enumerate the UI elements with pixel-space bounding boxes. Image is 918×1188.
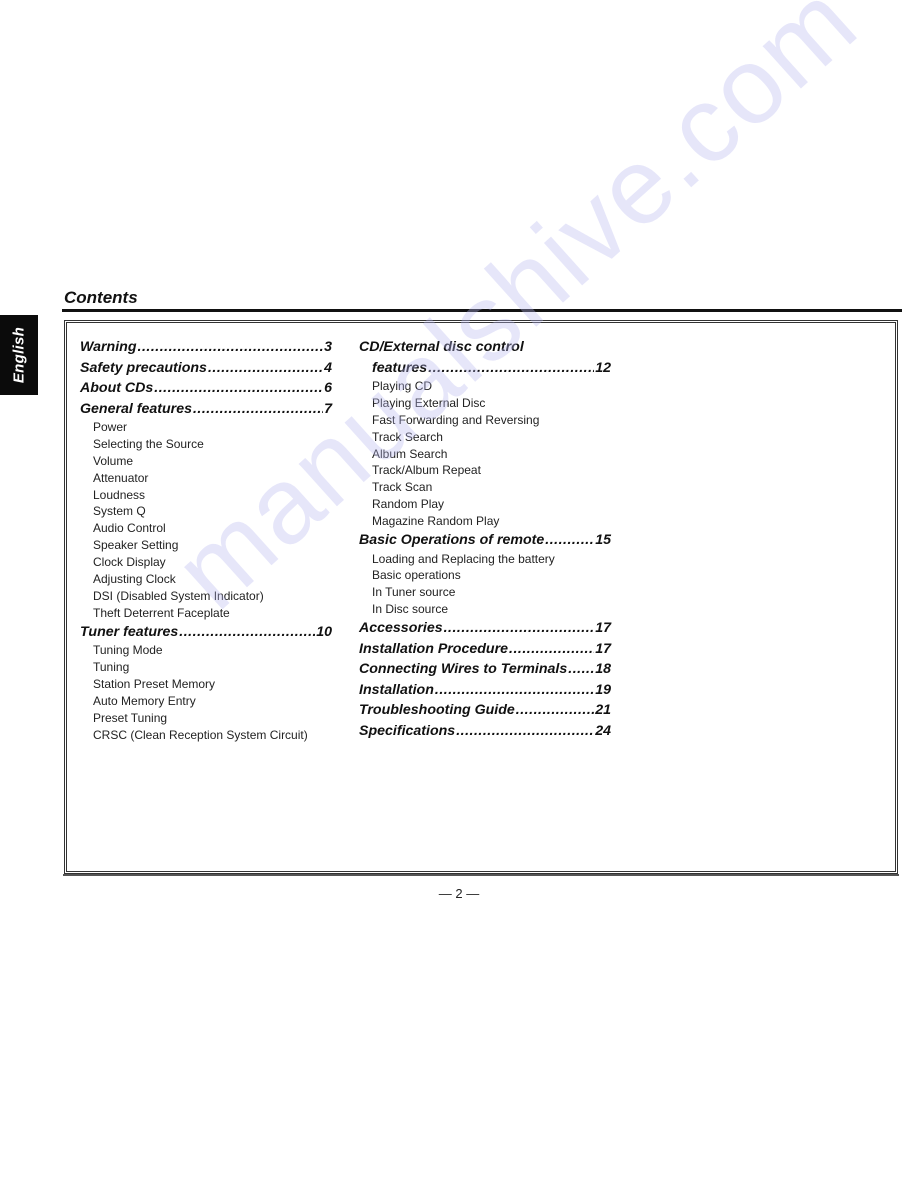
- toc-subentry[interactable]: In Tuner source: [359, 584, 611, 601]
- toc-subentry[interactable]: Playing External Disc: [359, 395, 611, 412]
- toc-subentry[interactable]: Random Play: [359, 496, 611, 513]
- toc-subentry[interactable]: System Q: [80, 503, 332, 520]
- toc-section-entry[interactable]: Warning 3: [80, 337, 332, 358]
- dot-leader: [435, 680, 594, 701]
- toc-section-entry[interactable]: About CDs 6: [80, 378, 332, 399]
- toc-section-entry[interactable]: Specifications 24: [359, 721, 611, 742]
- toc-section-label: features: [372, 359, 428, 376]
- toc-page-number: 21: [595, 702, 611, 719]
- toc-subentry[interactable]: Station Preset Memory: [80, 676, 332, 693]
- dot-leader: [154, 378, 323, 399]
- toc-subentry[interactable]: Loudness: [80, 487, 332, 504]
- toc-section-entry[interactable]: Installation 19: [359, 680, 611, 701]
- toc-section-entry[interactable]: Connecting Wires to Terminals 18: [359, 659, 611, 680]
- toc-section-label: Warning: [80, 339, 137, 355]
- toc-column-right: CD/External disc control features 12 Playin…: [359, 337, 611, 741]
- toc-section-label: About CDs: [80, 380, 154, 396]
- toc-section-heading[interactable]: CD/External disc control: [359, 337, 611, 358]
- title-rule: [62, 309, 902, 312]
- toc-subentry[interactable]: Audio Control: [80, 520, 332, 537]
- toc-section-entry[interactable]: Basic Operations of remote 15: [359, 530, 611, 551]
- dot-leader: [179, 622, 315, 643]
- toc-page-number: 7: [324, 400, 332, 417]
- toc-subentry[interactable]: Track Scan: [359, 479, 611, 496]
- toc-subentry[interactable]: Basic operations: [359, 567, 611, 584]
- toc-section-label: Installation: [359, 681, 434, 698]
- toc-page-number: 24: [595, 722, 611, 739]
- toc-section-label: Safety precautions: [80, 359, 207, 376]
- dot-leader: [516, 700, 594, 721]
- toc-subentry[interactable]: DSI (Disabled System Indicator): [80, 588, 332, 605]
- page-number: — 2 —: [438, 886, 480, 901]
- toc-subentry[interactable]: Selecting the Source: [80, 436, 332, 453]
- toc-subentry[interactable]: Magazine Random Play: [359, 513, 611, 530]
- dot-leader: [456, 721, 594, 742]
- toc-subentry[interactable]: Clock Display: [80, 554, 332, 571]
- toc-page-number: 12: [595, 359, 611, 376]
- toc-section-entry[interactable]: Safety precautions 4: [80, 358, 332, 379]
- language-tab: English: [0, 315, 38, 395]
- toc-subentry[interactable]: Power: [80, 419, 332, 436]
- dot-leader: [444, 618, 595, 639]
- toc-section-entry[interactable]: Installation Procedure 17: [359, 639, 611, 660]
- toc-section-label: Troubleshooting Guide: [359, 702, 515, 719]
- toc-section-label: Specifications: [359, 722, 456, 739]
- toc-subentry[interactable]: Preset Tuning: [80, 710, 332, 727]
- toc-page-number: 4: [324, 359, 332, 376]
- toc-subentry[interactable]: CRSC (Clean Reception System Circuit): [80, 727, 332, 744]
- dot-leader: [509, 639, 594, 660]
- page-title: Contents: [64, 288, 138, 307]
- dot-leader: [138, 337, 324, 358]
- table-of-contents: Warning 3 Safety precautions 4 About CDs 6 Gen…: [63, 320, 899, 876]
- dot-leader: [193, 399, 323, 420]
- toc-page-number: 6: [324, 380, 332, 396]
- toc-subentry[interactable]: Adjusting Clock: [80, 571, 332, 588]
- toc-subentry[interactable]: Speaker Setting: [80, 537, 332, 554]
- language-tab-label: English: [10, 326, 28, 384]
- dot-leader: [545, 530, 594, 551]
- toc-subentry[interactable]: Playing CD: [359, 378, 611, 395]
- toc-page-number: 19: [595, 681, 611, 698]
- dot-leader: [428, 358, 594, 379]
- toc-section-entry[interactable]: Tuner features 10: [80, 622, 332, 643]
- toc-subentry[interactable]: Track/Album Repeat: [359, 462, 611, 479]
- toc-page-number: 17: [595, 620, 611, 637]
- toc-subentry[interactable]: Fast Forwarding and Reversing: [359, 412, 611, 429]
- toc-section-label: General features: [80, 400, 192, 417]
- dot-leader: [208, 358, 323, 379]
- toc-subentry[interactable]: In Disc source: [359, 601, 611, 618]
- toc-subentry[interactable]: Album Search: [359, 446, 611, 463]
- toc-subentry[interactable]: Loading and Replacing the battery: [359, 551, 611, 568]
- toc-subentry[interactable]: Theft Deterrent Faceplate: [80, 605, 332, 622]
- toc-section-entry[interactable]: Troubleshooting Guide 21: [359, 700, 611, 721]
- toc-section-label: Installation Procedure: [359, 640, 509, 657]
- toc-page-number: 3: [324, 339, 332, 355]
- toc-section-label: Tuner features: [80, 623, 179, 640]
- toc-subentry[interactable]: Tuning Mode: [80, 642, 332, 659]
- toc-subentry[interactable]: Tuning: [80, 659, 332, 676]
- toc-section-label: Accessories: [359, 620, 443, 637]
- toc-section-label: Connecting Wires to Terminals: [359, 661, 568, 678]
- toc-subentry[interactable]: Auto Memory Entry: [80, 693, 332, 710]
- toc-section-entry[interactable]: General features 7: [80, 399, 332, 420]
- toc-page-number: 15: [595, 532, 611, 549]
- toc-page-number: 17: [595, 640, 611, 657]
- toc-section-entry[interactable]: Accessories 17: [359, 618, 611, 639]
- toc-subentry[interactable]: Track Search: [359, 429, 611, 446]
- toc-section-label: CD/External disc control: [359, 339, 524, 355]
- toc-page-number: 18: [595, 661, 611, 678]
- toc-subentry[interactable]: Attenuator: [80, 470, 332, 487]
- toc-page-number: 10: [316, 623, 332, 640]
- toc-subentry[interactable]: Volume: [80, 453, 332, 470]
- toc-section-entry[interactable]: features 12: [359, 358, 611, 379]
- dot-leader: [568, 659, 594, 680]
- toc-column-left: Warning 3 Safety precautions 4 About CDs 6 Gen…: [80, 337, 332, 744]
- toc-section-label: Basic Operations of remote: [359, 532, 545, 549]
